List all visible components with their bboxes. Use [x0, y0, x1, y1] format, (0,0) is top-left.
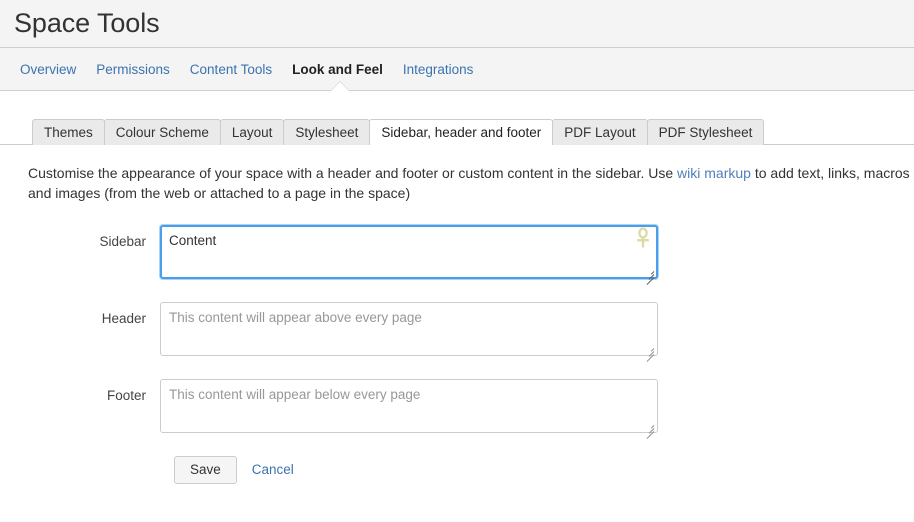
field-row-sidebar: Sidebar	[0, 225, 914, 285]
field-row-header: Header	[0, 302, 914, 362]
nav-item-content-tools[interactable]: Content Tools	[180, 62, 282, 77]
cancel-link[interactable]: Cancel	[252, 462, 294, 477]
page-header: Space Tools	[0, 0, 914, 48]
header-field-label: Header	[101, 311, 146, 326]
intro-description: Customise the appearance of your space w…	[28, 163, 914, 203]
sidebar-field-label: Sidebar	[99, 234, 146, 249]
page-title: Space Tools	[14, 8, 160, 38]
tab-stylesheet[interactable]: Stylesheet	[283, 119, 371, 145]
sidebar-field-wrapper	[160, 225, 658, 285]
nav-item-overview[interactable]: Overview	[10, 62, 86, 77]
look-and-feel-form: Sidebar Header Footer	[0, 225, 914, 484]
tab-themes[interactable]: Themes	[32, 119, 105, 145]
sub-tab-bar: Themes Colour Scheme Layout Stylesheet S…	[0, 118, 914, 146]
header-field-wrapper	[160, 302, 658, 362]
save-button[interactable]: Save	[174, 456, 237, 484]
active-nav-caret-icon	[331, 82, 349, 91]
footer-textarea[interactable]	[160, 379, 658, 433]
footer-field-label: Footer	[106, 388, 146, 403]
nav-item-integrations[interactable]: Integrations	[393, 62, 484, 77]
intro-text-part1: Customise the appearance of your space w…	[28, 165, 678, 181]
tab-colour-scheme[interactable]: Colour Scheme	[103, 119, 221, 145]
sidebar-textarea[interactable]	[160, 225, 658, 279]
header-textarea[interactable]	[160, 302, 658, 356]
wiki-markup-link[interactable]: wiki markup	[677, 165, 751, 181]
tab-pdf-layout[interactable]: PDF Layout	[552, 119, 648, 145]
footer-field-wrapper	[160, 379, 658, 439]
tab-layout[interactable]: Layout	[219, 119, 285, 145]
nav-item-look-and-feel[interactable]: Look and Feel	[282, 62, 393, 77]
form-actions: Save Cancel	[174, 456, 914, 484]
field-row-footer: Footer	[0, 379, 914, 439]
primary-nav: Overview Permissions Content Tools Look …	[0, 48, 914, 91]
nav-item-permissions[interactable]: Permissions	[86, 62, 180, 77]
tab-sidebar-header-and-footer[interactable]: Sidebar, header and footer	[369, 119, 554, 146]
tab-pdf-stylesheet[interactable]: PDF Stylesheet	[646, 119, 765, 145]
